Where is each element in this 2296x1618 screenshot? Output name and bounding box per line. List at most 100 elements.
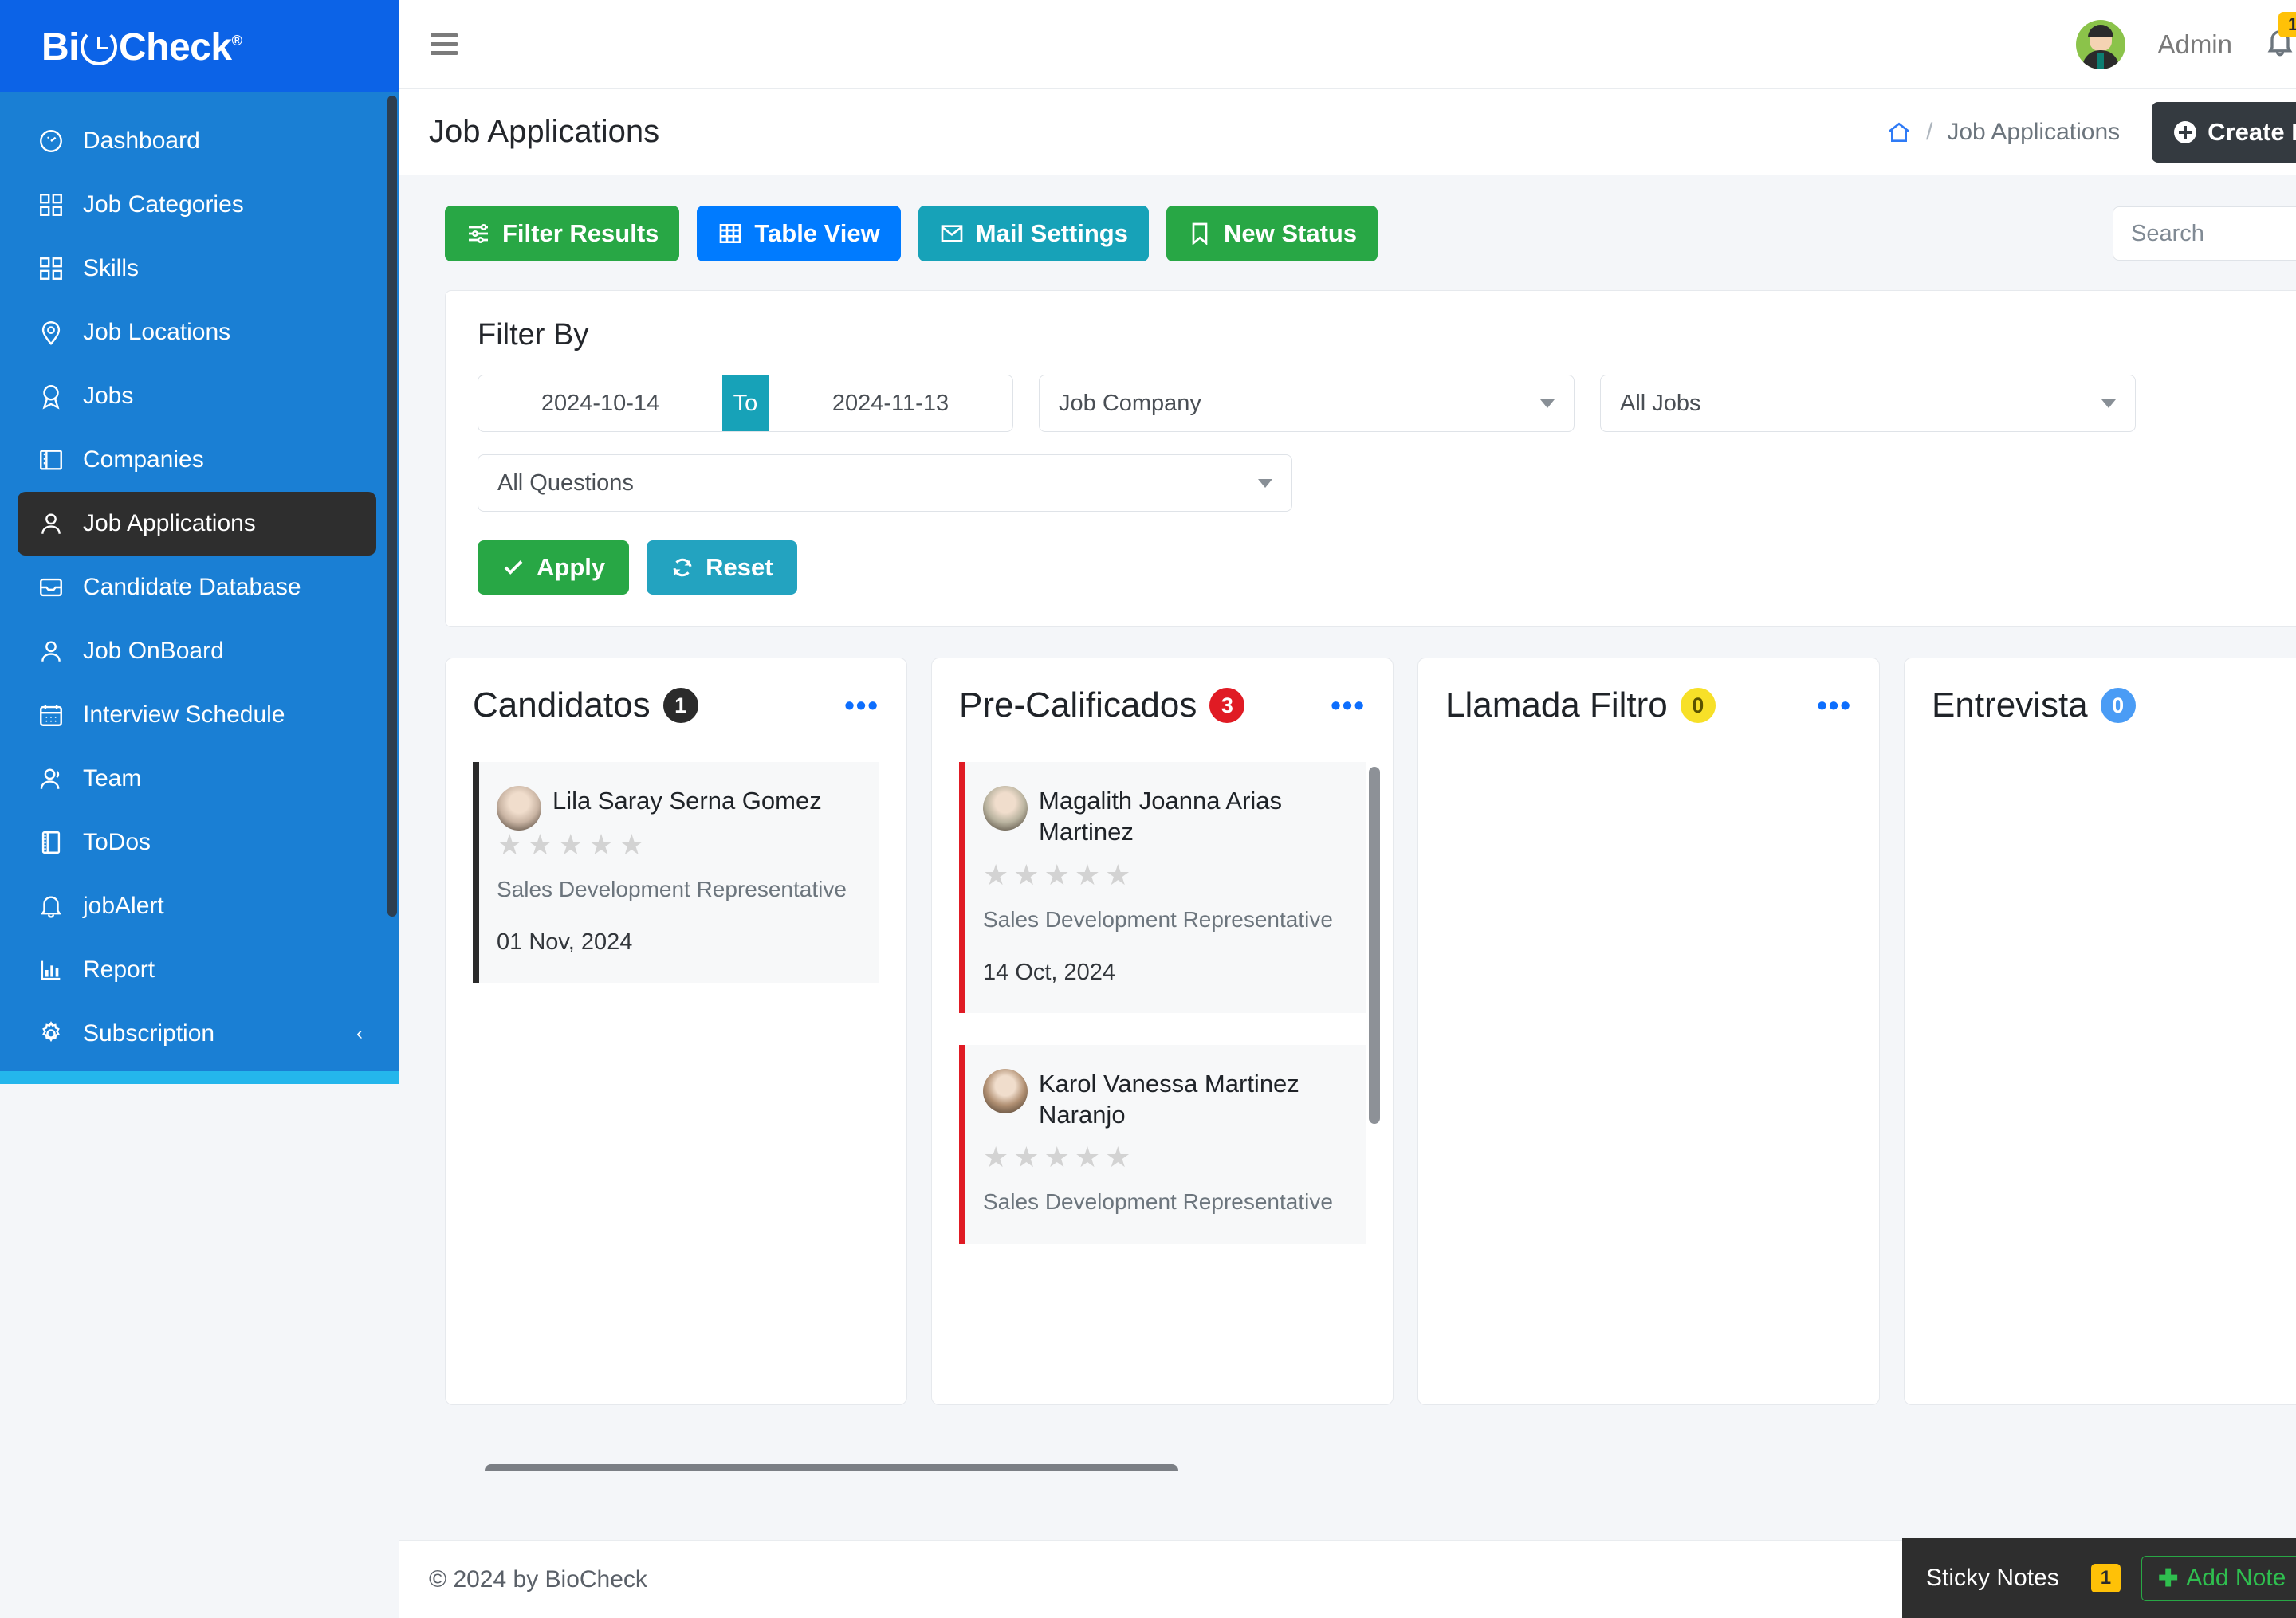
- sidebar-item-candidate-database[interactable]: Candidate Database: [0, 556, 399, 619]
- all-questions-value: All Questions: [497, 469, 634, 496]
- reset-button[interactable]: Reset: [647, 540, 797, 595]
- star-icon[interactable]: ★: [983, 860, 1008, 890]
- star-icon[interactable]: ★: [1105, 1143, 1130, 1172]
- map-pin-icon: [33, 315, 69, 350]
- candidate-card[interactable]: Lila Saray Serna Gomez ★ ★ ★ ★ ★ Sales D…: [473, 762, 879, 984]
- sidebar-item-subscription[interactable]: Subscription ‹: [0, 1002, 399, 1066]
- sidebar-nav: Dashboard Job Categories Skills Job Loca…: [0, 92, 399, 1066]
- star-icon[interactable]: ★: [1075, 860, 1100, 890]
- page-header: Job Applications / Job Applications Crea…: [399, 89, 2296, 175]
- sidebar-item-team[interactable]: Team: [0, 747, 399, 811]
- filter-panel: Filter By ✖ 2024-10-14 To 2024-11-13 Job…: [445, 290, 2296, 627]
- star-icon[interactable]: ★: [1075, 1143, 1100, 1172]
- table-view-button[interactable]: Table View: [697, 206, 901, 261]
- sidebar-item-label: Job Applications: [83, 510, 256, 536]
- column-menu-icon[interactable]: •••: [1817, 690, 1852, 720]
- column-menu-icon[interactable]: •••: [844, 690, 879, 720]
- candidate-name: Magalith Joanna Arias Martinez: [1039, 787, 1283, 846]
- bookmark-icon: [1192, 222, 1208, 245]
- column-menu-icon[interactable]: •••: [1331, 690, 1366, 720]
- new-status-button[interactable]: New Status: [1166, 206, 1378, 261]
- star-icon[interactable]: ★: [619, 831, 644, 859]
- sidebar-item-label: Interview Schedule: [83, 701, 285, 728]
- sidebar-item-job-locations[interactable]: Job Locations: [0, 300, 399, 364]
- star-icon[interactable]: ★: [1013, 1143, 1039, 1172]
- sticky-notes-bar: Sticky Notes 1 ✚ Add Note: [1902, 1538, 2296, 1618]
- filter-results-button[interactable]: Filter Results: [445, 206, 680, 261]
- star-icon[interactable]: ★: [983, 1143, 1008, 1172]
- sidebar-item-jobs[interactable]: Jobs: [0, 364, 399, 428]
- star-icon[interactable]: ★: [1013, 860, 1039, 890]
- new-status-label: New Status: [1223, 219, 1358, 247]
- star-icon[interactable]: ★: [1044, 1143, 1070, 1172]
- reset-label: Reset: [706, 553, 773, 581]
- column-title: Entrevista: [1932, 685, 2088, 725]
- table-view-label: Table View: [754, 219, 880, 247]
- brand-name-a: Bi: [41, 26, 80, 69]
- sidebar-item-job-onboard[interactable]: Job OnBoard: [0, 619, 399, 683]
- check-icon: [504, 560, 523, 575]
- notifications-button[interactable]: 13: [2264, 12, 2296, 62]
- topbar-right: Admin 13: [2076, 12, 2296, 69]
- column-scrollbar[interactable]: [1369, 767, 1380, 1124]
- job-company-select[interactable]: Job Company: [1039, 375, 1575, 432]
- sidebar-item-jobalert[interactable]: jobAlert: [0, 874, 399, 938]
- sidebar-item-label: Dashboard: [83, 128, 200, 154]
- sidebar-item-companies[interactable]: Companies: [0, 428, 399, 492]
- rating-stars[interactable]: ★ ★ ★ ★ ★: [983, 1143, 1342, 1172]
- kanban-column-candidatos: Candidatos 1 ••• Lila Saray Serna Gomez …: [445, 658, 907, 1405]
- star-icon[interactable]: ★: [558, 831, 584, 859]
- bell-icon: [33, 889, 69, 924]
- sidebar-item-skills[interactable]: Skills: [0, 237, 399, 300]
- create-new-button[interactable]: Create New: [2152, 101, 2296, 163]
- topbar: Admin 13: [399, 0, 2296, 89]
- filter-row-1: 2024-10-14 To 2024-11-13 Job Company All…: [478, 375, 2296, 432]
- user-icon: [33, 506, 69, 541]
- filter-results-label: Filter Results: [502, 219, 659, 247]
- star-icon[interactable]: ★: [588, 831, 614, 859]
- star-icon[interactable]: ★: [1105, 860, 1130, 890]
- chevron-down-icon: [2101, 399, 2116, 408]
- copyright-text: © 2024 by BioCheck: [429, 1565, 647, 1592]
- card-status-bar: [959, 1044, 965, 1244]
- mail-settings-button[interactable]: Mail Settings: [918, 206, 1149, 261]
- breadcrumb: / Job Applications Create New: [1886, 101, 2296, 163]
- sidebar-item-job-categories[interactable]: Job Categories: [0, 173, 399, 237]
- star-icon[interactable]: ★: [497, 831, 522, 859]
- candidate-card[interactable]: Magalith Joanna Arias Martinez ★ ★ ★ ★ ★…: [959, 762, 1366, 1013]
- date-range-picker[interactable]: 2024-10-14 To 2024-11-13: [478, 375, 1013, 432]
- all-questions-select[interactable]: All Questions: [478, 454, 1292, 512]
- star-icon[interactable]: ★: [527, 831, 552, 859]
- sidebar-item-dashboard[interactable]: Dashboard: [0, 109, 399, 173]
- kanban-board: Candidatos 1 ••• Lila Saray Serna Gomez …: [445, 658, 2296, 1405]
- sidebar-item-interview-schedule[interactable]: Interview Schedule: [0, 683, 399, 747]
- all-jobs-select[interactable]: All Jobs: [1600, 375, 2136, 432]
- apply-button[interactable]: Apply: [478, 540, 630, 595]
- sidebar-item-report[interactable]: Report: [0, 938, 399, 1002]
- star-icon[interactable]: ★: [1044, 860, 1070, 890]
- sidebar-scrollbar[interactable]: [387, 96, 397, 917]
- column-title: Llamada Filtro: [1445, 685, 1668, 725]
- hamburger-icon[interactable]: [431, 29, 458, 60]
- column-cards: Magalith Joanna Arias Martinez ★ ★ ★ ★ ★…: [959, 762, 1366, 1244]
- date-to-value[interactable]: 2024-11-13: [769, 375, 1012, 431]
- rating-stars[interactable]: ★ ★ ★ ★ ★: [497, 831, 855, 859]
- sidebar-item-todos[interactable]: ToDos: [0, 811, 399, 874]
- sidebar-item-job-applications[interactable]: Job Applications: [18, 492, 376, 556]
- column-title: Candidatos: [473, 685, 651, 725]
- avatar[interactable]: [2076, 19, 2126, 69]
- user-name[interactable]: Admin: [2157, 29, 2232, 60]
- add-note-button[interactable]: ✚ Add Note: [2141, 1555, 2296, 1601]
- sidebar-item-label: Candidate Database: [83, 574, 301, 600]
- kanban-board-wrap: Candidatos 1 ••• Lila Saray Serna Gomez …: [445, 658, 2296, 1471]
- sidebar-item-label: Subscription: [83, 1020, 215, 1047]
- search-input[interactable]: [2113, 206, 2296, 261]
- rating-stars[interactable]: ★ ★ ★ ★ ★: [983, 860, 1342, 890]
- candidate-card[interactable]: Karol Vanessa Martinez Naranjo ★ ★ ★ ★ ★…: [959, 1044, 1366, 1244]
- date-from-value[interactable]: 2024-10-14: [478, 375, 722, 431]
- brand-logo[interactable]: Bi Check ®: [0, 0, 399, 92]
- kanban-column-pre-calificados: Pre-Calificados 3 ••• Magalith Joanna Ar…: [931, 658, 1394, 1405]
- board-horizontal-scrollbar[interactable]: [485, 1464, 1178, 1471]
- sidebar-item-label: Job Categories: [83, 191, 244, 218]
- sidebar-item-label: Job Locations: [83, 319, 231, 345]
